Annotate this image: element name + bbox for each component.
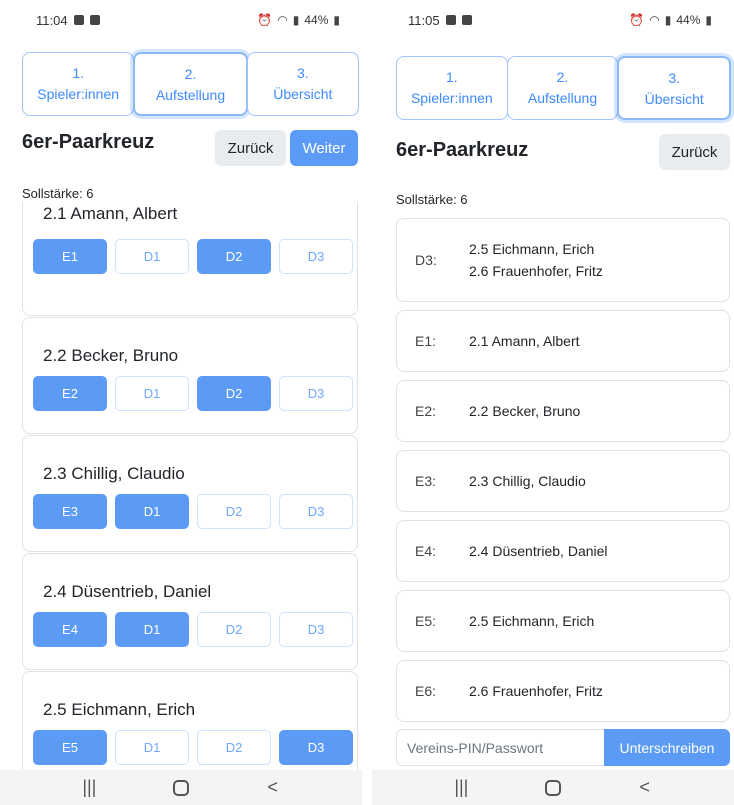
player-card: 2.1 Amann, Albert E1 D1 D2 D3 <box>22 202 358 316</box>
wifi-icon: ◠ <box>649 13 660 27</box>
slot-chip[interactable]: D3 <box>279 730 353 765</box>
sign-button[interactable]: Unterschreiben <box>604 729 730 766</box>
slot-chip[interactable]: D3 <box>279 376 353 411</box>
overview-row: E3: 2.3 Chillig, Claudio <box>396 450 730 512</box>
status-bar: 11:05 ⏰ ◠ ▮ 44% ▮ <box>372 0 734 40</box>
signal-icon: ▮ <box>292 13 300 27</box>
step-overview[interactable]: 3. Übersicht <box>617 56 732 120</box>
image-icon <box>73 15 84 25</box>
player-name: 2.2 Becker, Bruno <box>43 346 179 365</box>
slot-chip[interactable]: E2 <box>33 376 107 411</box>
recents-icon[interactable]: ||| <box>446 777 476 798</box>
home-icon[interactable] <box>544 779 561 796</box>
home-icon[interactable] <box>172 779 189 796</box>
slot-chip[interactable]: E1 <box>33 239 107 274</box>
slot-chip[interactable]: D1 <box>115 376 189 411</box>
overview-row: E5: 2.5 Eichmann, Erich <box>396 590 730 652</box>
target-strength: Sollstärke: 6 <box>22 186 94 201</box>
android-nav-bar: ||| < <box>0 770 362 805</box>
signal-icon: ▮ <box>664 13 672 27</box>
slot-chip[interactable]: D3 <box>279 612 353 647</box>
battery-icon: ▮ <box>333 13 340 27</box>
check-box-icon <box>461 15 472 25</box>
image-icon <box>445 15 456 25</box>
back-button[interactable]: Zurück <box>215 130 286 166</box>
slot-chip[interactable]: E4 <box>33 612 107 647</box>
step-nav: 1. Spieler:innen 2. Aufstellung 3. Übersich… <box>396 56 732 120</box>
pin-input[interactable] <box>396 729 604 766</box>
page-title: 6er-Paarkreuz <box>396 139 529 161</box>
battery-icon: ▮ <box>705 13 712 27</box>
step-overview[interactable]: 3. Übersicht <box>246 52 359 116</box>
page-title: 6er-Paarkreuz <box>22 131 155 153</box>
alarm-icon: ⏰ <box>629 13 645 27</box>
signature-form: Unterschreiben <box>396 729 730 766</box>
target-strength: Sollstärke: 6 <box>396 192 468 207</box>
slot-chip[interactable]: D2 <box>197 494 271 529</box>
overview-row: D3: 2.5 Eichmann, Erich 2.6 Frauenhofer, … <box>396 218 730 302</box>
step-players[interactable]: 1. Spieler:innen <box>396 56 508 120</box>
back-icon[interactable]: < <box>630 777 660 798</box>
slot-chip[interactable]: D2 <box>197 239 271 274</box>
slot-chip[interactable]: D2 <box>197 612 271 647</box>
slot-chip[interactable]: D2 <box>197 376 271 411</box>
check-box-icon <box>89 15 100 25</box>
phone-uebersicht: 11:05 ⏰ ◠ ▮ 44% ▮ 1. Spieler:innen 2. Aufs… <box>372 0 734 805</box>
battery-level: 44% <box>304 13 329 27</box>
step-nav: 1. Spieler:innen 2. Aufstellung 3. Übersich… <box>22 52 359 116</box>
overview-row: E2: 2.2 Becker, Bruno <box>396 380 730 442</box>
alarm-icon: ⏰ <box>257 13 273 27</box>
wifi-icon: ◠ <box>277 13 288 27</box>
back-button[interactable]: Zurück <box>659 134 730 170</box>
status-time: 11:05 <box>408 12 440 28</box>
slot-chip[interactable]: E3 <box>33 494 107 529</box>
player-card: 2.5 Eichmann, Erich E5 D1 D2 D3 <box>22 671 358 770</box>
player-list[interactable]: 2.1 Amann, Albert E1 D1 D2 D3 2.2 Becker… <box>22 202 358 770</box>
slot-chip[interactable]: D1 <box>115 239 189 274</box>
overview-list: D3: 2.5 Eichmann, Erich 2.6 Frauenhofer, … <box>396 218 730 730</box>
back-icon[interactable]: < <box>258 777 288 798</box>
player-card: 2.3 Chillig, Claudio E3 D1 D2 D3 <box>22 435 358 552</box>
slot-chip[interactable]: D3 <box>279 239 353 274</box>
overview-row: E6: 2.6 Frauenhofer, Fritz <box>396 660 730 722</box>
player-name: 2.5 Eichmann, Erich <box>43 700 196 719</box>
overview-row: E1: 2.1 Amann, Albert <box>396 310 730 372</box>
status-time: 11:04 <box>36 12 68 28</box>
slot-chip[interactable]: D1 <box>115 494 189 529</box>
battery-level: 44% <box>676 13 701 27</box>
slot-chip[interactable]: E5 <box>33 730 107 765</box>
next-button[interactable]: Weiter <box>290 130 358 166</box>
recents-icon[interactable]: ||| <box>74 777 104 798</box>
player-card: 2.2 Becker, Bruno E2 D1 D2 D3 <box>22 317 358 434</box>
slot-chip[interactable]: D1 <box>115 612 189 647</box>
step-players[interactable]: 1. Spieler:innen <box>22 52 135 116</box>
overview-row: E4: 2.4 Düsentrieb, Daniel <box>396 520 730 582</box>
slot-chip[interactable]: D1 <box>115 730 189 765</box>
player-name: 2.4 Düsentrieb, Daniel <box>43 582 212 601</box>
phone-aufstellung: 11:04 ⏰ ◠ ▮ 44% ▮ 1. Spieler:innen 2. Aufs… <box>0 0 362 805</box>
player-name: 2.3 Chillig, Claudio <box>43 464 185 483</box>
player-name: 2.1 Amann, Albert <box>43 204 178 223</box>
step-lineup[interactable]: 2. Aufstellung <box>133 52 248 116</box>
android-nav-bar: ||| < <box>372 770 734 805</box>
step-lineup[interactable]: 2. Aufstellung <box>506 56 619 120</box>
status-bar: 11:04 ⏰ ◠ ▮ 44% ▮ <box>0 0 362 40</box>
slot-chip[interactable]: D3 <box>279 494 353 529</box>
slot-chip[interactable]: D2 <box>197 730 271 765</box>
player-card: 2.4 Düsentrieb, Daniel E4 D1 D2 D3 <box>22 553 358 670</box>
